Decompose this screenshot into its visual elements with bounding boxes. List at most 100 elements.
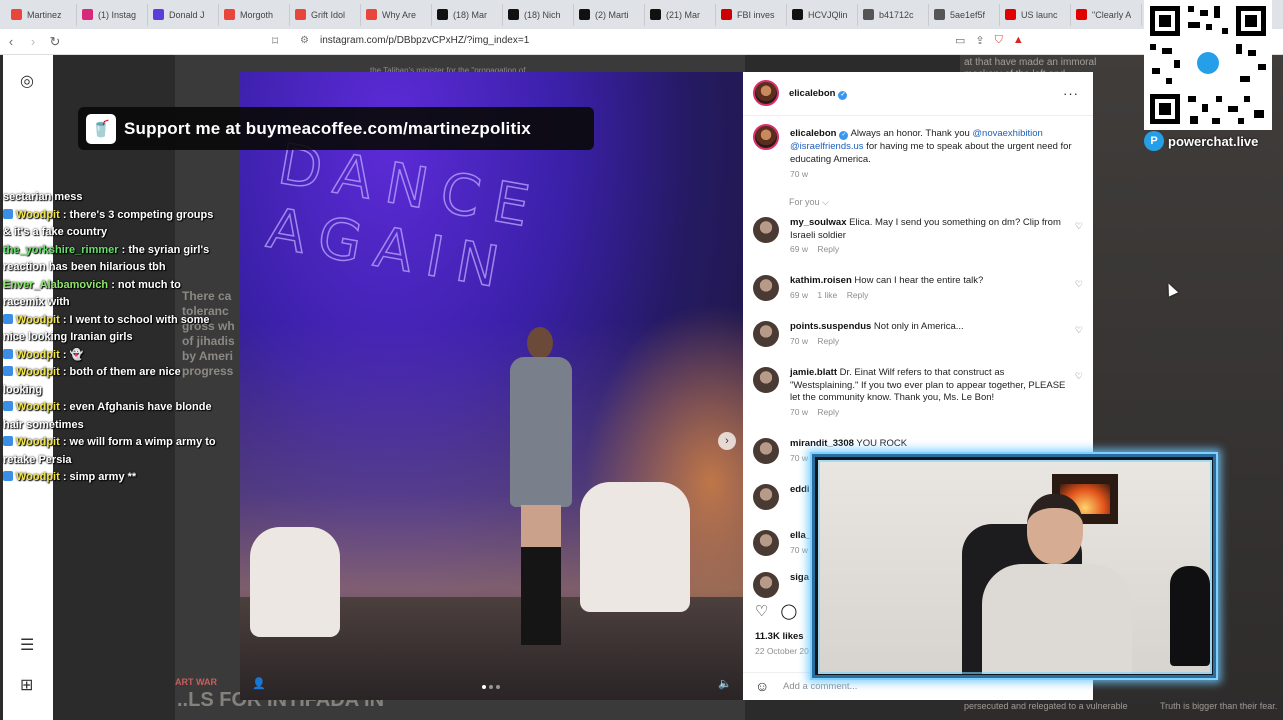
commenter-avatar[interactable] xyxy=(753,530,779,556)
comment-username[interactable]: my_soulwax xyxy=(790,217,847,228)
chat-message: Woodpit : I went to school with some nic… xyxy=(3,312,218,347)
comment-meta[interactable]: 69 w 1 like Reply xyxy=(790,290,868,300)
cast-icon[interactable]: ▭ xyxy=(955,34,965,47)
chat-username: the_yorkshire_rimmer xyxy=(3,243,119,256)
chat-username: Woodpit xyxy=(16,401,60,413)
chat-message: Enver_Alabamovich : not much to racemix … xyxy=(3,277,218,312)
comment-meta[interactable]: 70 w Reply xyxy=(790,407,839,417)
comment: kathim.roisen How can I hear the entire … xyxy=(790,275,1075,288)
mute-icon[interactable]: 🔈 xyxy=(718,677,732,690)
emoji-icon[interactable]: ☺ xyxy=(755,678,769,694)
browser-tab[interactable]: (18) Nich xyxy=(503,3,574,26)
commenter-avatar[interactable] xyxy=(753,217,779,243)
comment-like-icon[interactable]: ♡ xyxy=(1075,221,1083,232)
comment-username[interactable]: kathim.roisen xyxy=(790,275,852,286)
browser-tab[interactable]: b41712c xyxy=(858,3,929,26)
brave-icon xyxy=(295,9,306,20)
share-icon[interactable]: ⇪ xyxy=(975,34,984,47)
commenter-avatar[interactable] xyxy=(753,484,779,510)
reload-icon[interactable]: ↻ xyxy=(44,34,66,50)
commenter-avatar[interactable] xyxy=(753,572,779,598)
browser-tab[interactable]: Grift Idol xyxy=(290,3,361,26)
chat-message: the_yorkshire_rimmer : the syrian girl's… xyxy=(3,242,218,277)
comment-meta[interactable]: 70 w Reply xyxy=(790,336,839,346)
browser-tab[interactable]: "Clearly A xyxy=(1071,3,1142,26)
tab-title: (1) Instag xyxy=(98,9,137,20)
browser-tab[interactable]: Donald J xyxy=(148,3,219,26)
cnn-icon xyxy=(721,9,732,20)
browser-tab[interactable]: (18) Mar xyxy=(432,3,503,26)
browser-tab[interactable]: FBI inves xyxy=(716,3,787,26)
chat-message: Woodpit : 👻 xyxy=(3,347,218,365)
powerchat-logo-icon: P xyxy=(1144,131,1164,151)
comment-meta[interactable]: 70 w xyxy=(790,453,808,463)
like-heart-icon[interactable]: ♡ xyxy=(755,602,768,620)
bg-text-line: at that have made an immoral xyxy=(964,57,1097,68)
comment-username[interactable]: ella_ xyxy=(790,530,811,541)
commenter-avatar[interactable] xyxy=(753,438,779,464)
chat-message: Woodpit : simp army ** xyxy=(3,469,218,487)
url-field[interactable]: instagram.com/p/DBbpzvCPxHZ/?img_index=1 xyxy=(320,35,529,46)
commenter-avatar[interactable] xyxy=(753,367,779,393)
comment-username[interactable]: eddi xyxy=(790,484,810,495)
tab-title: (18) Nich xyxy=(524,9,561,20)
brave-icon xyxy=(11,9,22,20)
more-apps-icon[interactable]: ⊞ xyxy=(20,675,33,695)
browser-tab[interactable]: HCVJQlin xyxy=(787,3,858,26)
tab-title: Martinez xyxy=(27,9,62,20)
platform-badge-icon xyxy=(3,366,13,376)
chat-username: Woodpit xyxy=(16,348,60,361)
caption-username[interactable]: elicalebon xyxy=(790,128,836,139)
tagged-user-icon[interactable]: 👤 xyxy=(252,677,266,690)
browser-tab[interactable]: 5ae1ef5f xyxy=(929,3,1000,26)
chair-right xyxy=(580,482,690,612)
mention-link[interactable]: @israelfriends.us xyxy=(790,141,864,152)
comment-text: YOU ROCK xyxy=(853,438,908,449)
browser-tab[interactable]: Martinez xyxy=(6,3,77,26)
comment-bubble-icon[interactable]: ◯ xyxy=(780,602,797,620)
comment-like-icon[interactable]: ♡ xyxy=(1075,325,1083,336)
author-avatar[interactable] xyxy=(753,80,779,106)
bookmark-icon[interactable]: ⌑ xyxy=(272,34,278,48)
more-options-icon[interactable]: ··· xyxy=(1063,86,1079,101)
comment-sort-dropdown[interactable]: For you ⌵ xyxy=(789,197,829,208)
comment-username[interactable]: mirandit_3308 xyxy=(790,438,854,449)
screen: Martinez (1) Instag Donald J Morgoth Grift I… xyxy=(0,0,1283,720)
rewards-icon[interactable]: ▲ xyxy=(1013,34,1024,47)
comment-like-icon[interactable]: ♡ xyxy=(1075,279,1083,290)
comment-username[interactable]: points.suspendus xyxy=(790,321,871,332)
browser-tab[interactable]: Morgoth xyxy=(219,3,290,26)
menu-icon[interactable]: ☰ xyxy=(20,635,34,655)
verified-icon: ✓ xyxy=(838,91,848,100)
instagram-logo-icon[interactable]: ◎ xyxy=(20,71,34,91)
caption-text-lead: Always an honor. Thank you xyxy=(848,128,973,139)
tab-title: b41712c xyxy=(879,9,914,20)
browser-tab[interactable]: US launc xyxy=(1000,3,1071,26)
browser-tab[interactable]: (1) Instag xyxy=(77,3,148,26)
comment-meta[interactable]: 69 w Reply xyxy=(790,244,839,254)
coffee-cup-icon: 🥤 xyxy=(86,113,116,144)
mention-link[interactable]: @novaexhibition xyxy=(972,128,1042,139)
caption-avatar[interactable] xyxy=(753,124,779,150)
comment-username[interactable]: jamie.blatt xyxy=(790,367,837,378)
chat-message: sectarian mess xyxy=(3,189,218,207)
browser-tab[interactable]: (2) Marti xyxy=(574,3,645,26)
back-arrow-icon[interactable]: ‹ xyxy=(0,34,22,49)
commenter-avatar[interactable] xyxy=(753,275,779,301)
brave-shield-icon[interactable]: ⛉ xyxy=(995,34,1003,47)
coffee-banner-text: Support me at buymeacoffee.com/martinezp… xyxy=(124,118,531,138)
browser-tab[interactable]: Why Are xyxy=(361,3,432,26)
site-settings-icon[interactable]: ⚙ xyxy=(300,35,309,46)
next-image-button[interactable]: › xyxy=(718,432,736,450)
commenter-avatar[interactable] xyxy=(753,321,779,347)
add-comment-input[interactable]: Add a comment... xyxy=(783,681,857,692)
forward-arrow-icon[interactable]: › xyxy=(22,34,44,49)
comment-username[interactable]: siga xyxy=(790,572,809,583)
comment-meta[interactable]: 70 w xyxy=(790,545,808,555)
truth-icon xyxy=(153,9,164,20)
post-image[interactable]: DANCE AGAIN xyxy=(240,72,743,700)
browser-tab[interactable]: (21) Mar xyxy=(645,3,716,26)
author-username[interactable]: elicalebon ✓ xyxy=(789,88,848,100)
comment-like-icon[interactable]: ♡ xyxy=(1075,371,1083,382)
likes-count[interactable]: 11.3K likes xyxy=(755,631,804,642)
